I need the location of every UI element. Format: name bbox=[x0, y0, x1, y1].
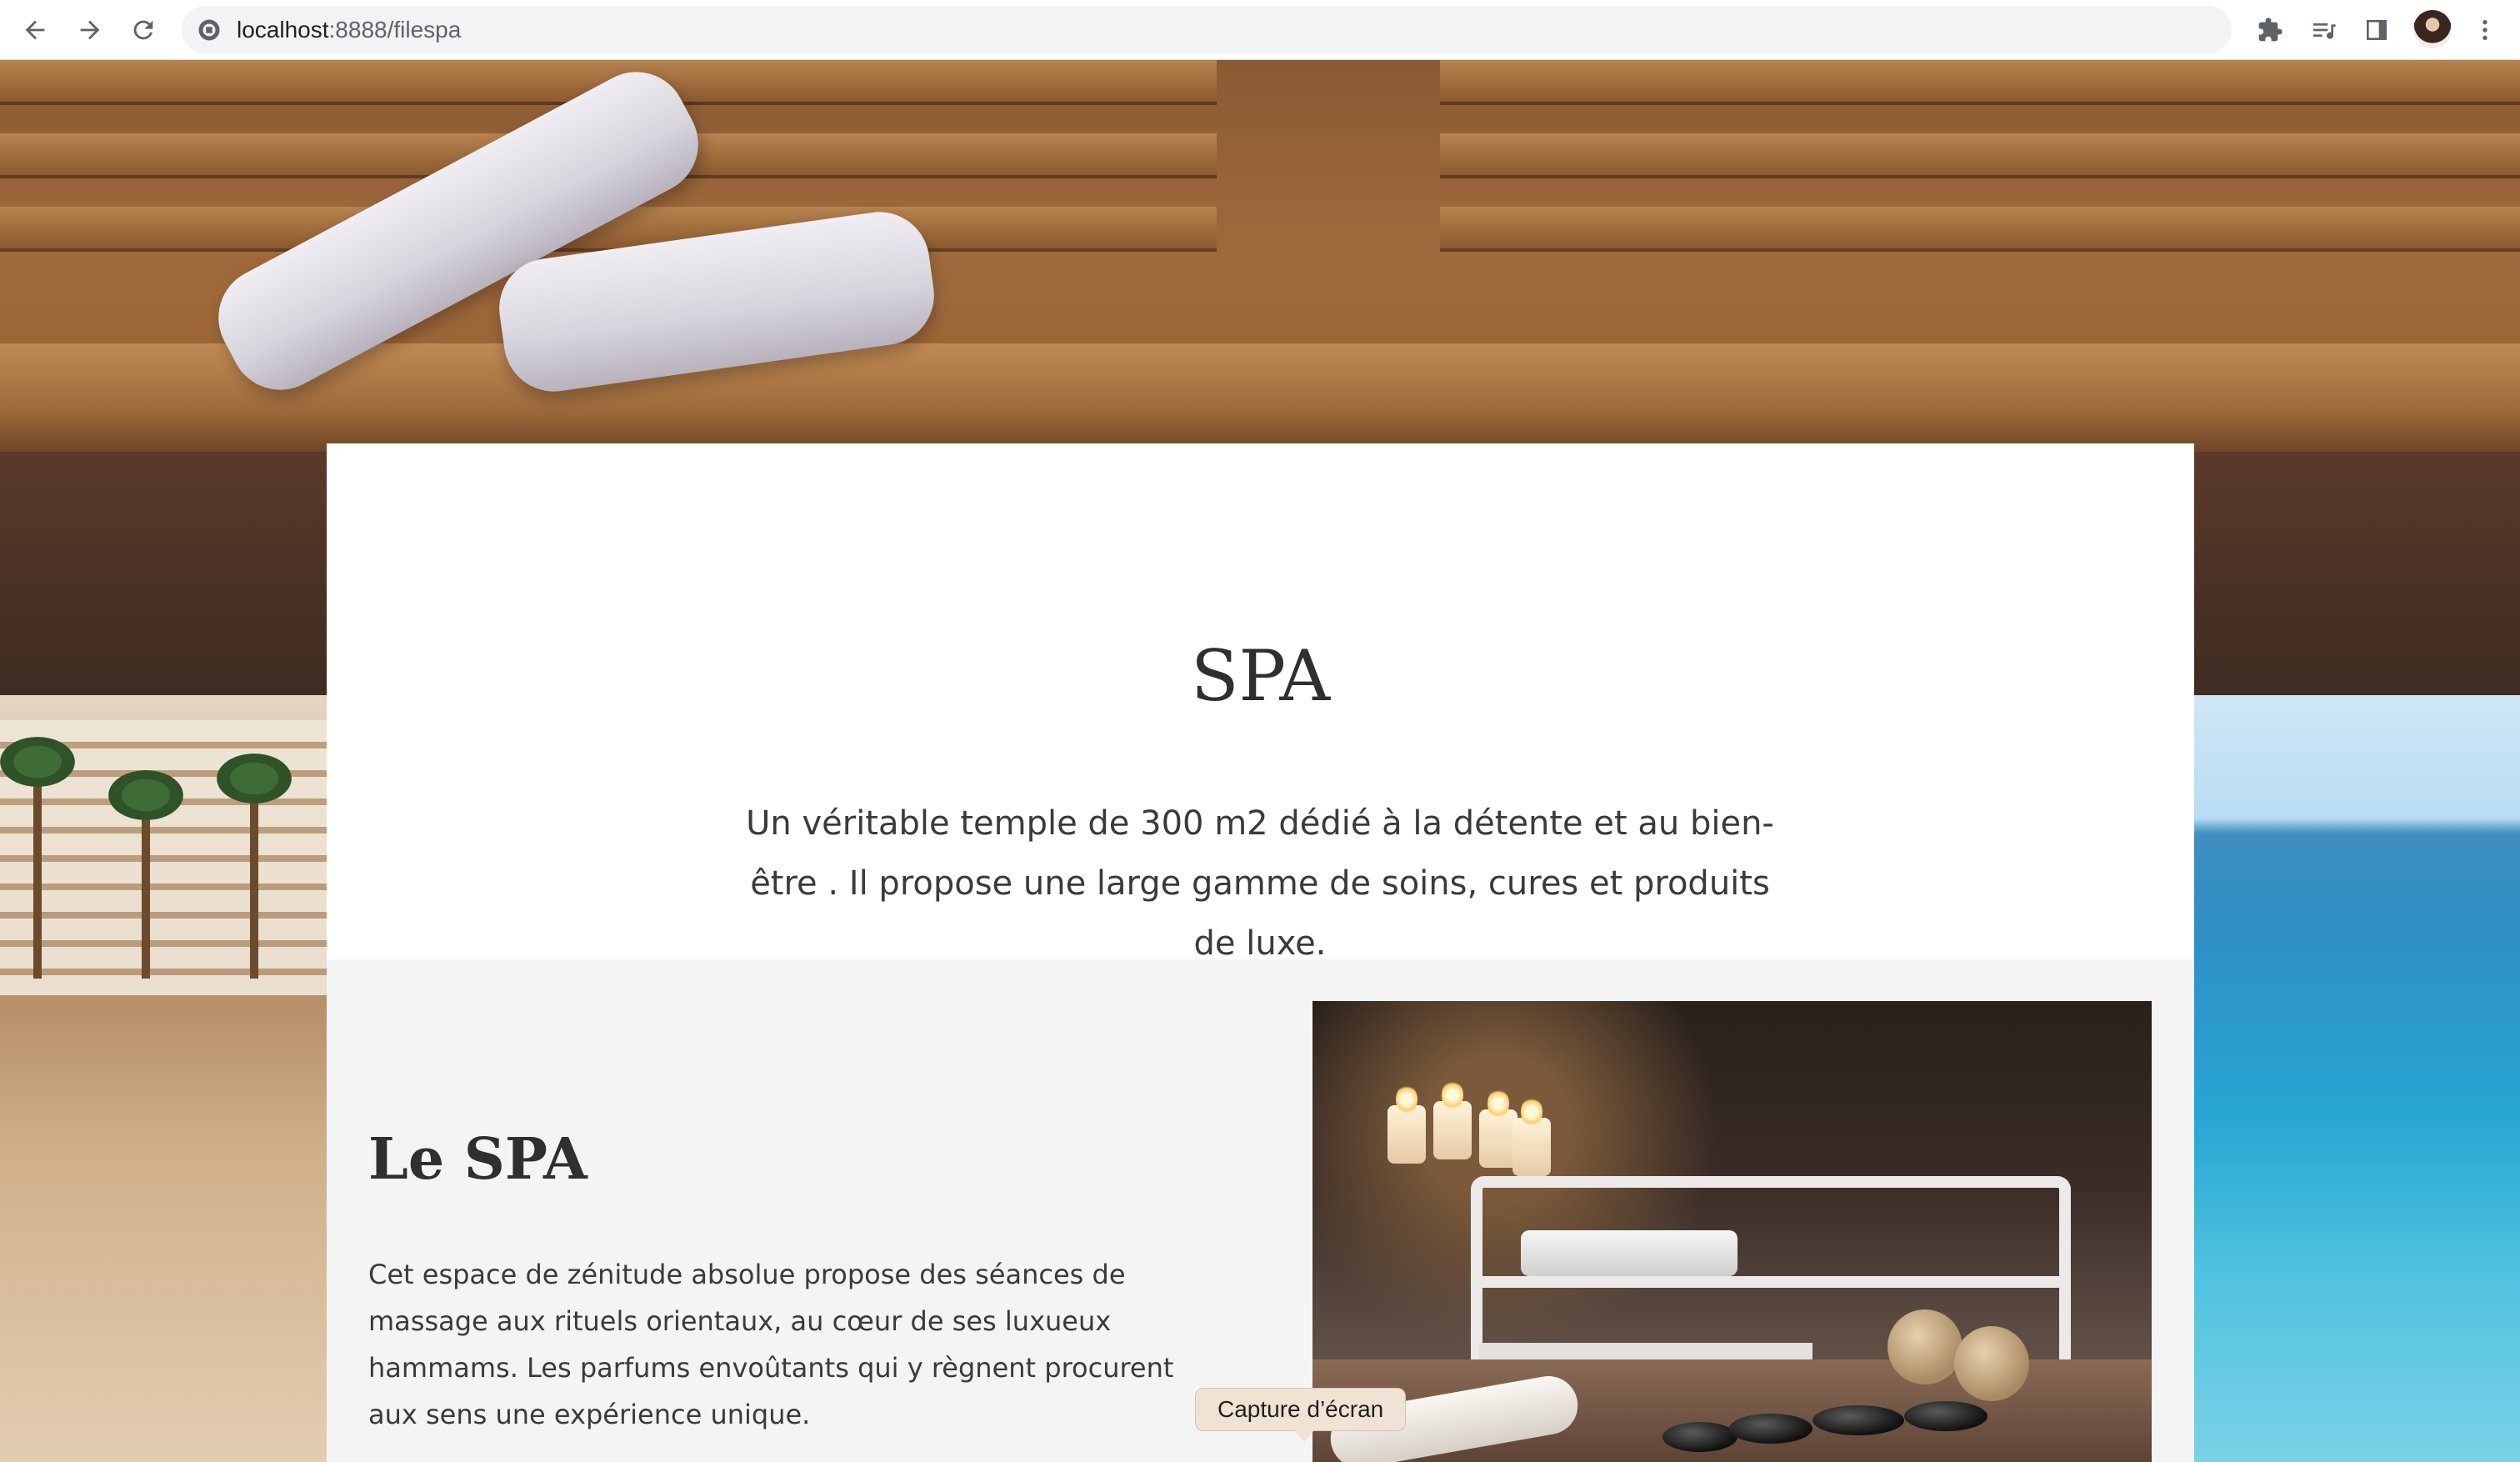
photo-shelf bbox=[1479, 1276, 2062, 1288]
forward-button[interactable] bbox=[70, 10, 110, 50]
photo-flame bbox=[1442, 1080, 1463, 1110]
screenshot-tooltip: Capture d’écran bbox=[1195, 1388, 1407, 1442]
puzzle-icon bbox=[2258, 18, 2282, 42]
extensions-button[interactable] bbox=[2252, 12, 2288, 48]
back-button[interactable] bbox=[15, 10, 55, 50]
palm-trunk bbox=[142, 795, 150, 979]
sauna-bench bbox=[0, 343, 2520, 452]
background-beach-left bbox=[0, 695, 327, 1462]
palm-leaves bbox=[0, 737, 75, 787]
reload-icon bbox=[133, 20, 153, 40]
palm-leaves bbox=[108, 770, 183, 820]
page-title: SPA bbox=[1190, 635, 1330, 717]
palm-trunk bbox=[33, 762, 42, 979]
reading-list-icon bbox=[2313, 23, 2336, 39]
browser-toolbar: localhost:8888/filespa bbox=[0, 0, 2520, 60]
photo-flame bbox=[1521, 1097, 1542, 1127]
photo-stone bbox=[1812, 1405, 1904, 1435]
arrow-right-icon bbox=[80, 20, 100, 40]
side-panel-icon bbox=[2367, 20, 2387, 40]
palm-leaves bbox=[217, 754, 292, 804]
reload-button[interactable] bbox=[123, 10, 163, 50]
profile-avatar[interactable] bbox=[2413, 10, 2452, 48]
spa-section: Le SPA Cet espace de zénitude absolue pr… bbox=[327, 959, 2194, 1462]
photo-herbal-ball bbox=[1888, 1309, 1962, 1384]
sauna-plank bbox=[1440, 133, 2520, 175]
photo-stone bbox=[1729, 1414, 1812, 1444]
photo-flame bbox=[1488, 1089, 1509, 1119]
sauna-plank bbox=[1440, 60, 2520, 102]
kebab-menu-icon bbox=[2482, 20, 2488, 40]
intro-text: Un véritable temple de 300 m2 dédié à la… bbox=[746, 804, 1774, 963]
photo-towel-stack bbox=[1521, 1230, 1738, 1276]
spa-photo bbox=[1312, 1001, 2152, 1462]
page-viewport: SPA Un véritable temple de 300 m2 dédié … bbox=[0, 60, 2520, 1462]
photo-stone bbox=[1904, 1401, 1988, 1431]
url-host: localhost bbox=[237, 17, 329, 43]
section-text: Cet espace de zénitude absolue propose d… bbox=[368, 1259, 1174, 1430]
menu-button[interactable] bbox=[2467, 12, 2503, 48]
reading-list-button[interactable] bbox=[2305, 12, 2342, 48]
sauna-plank bbox=[1440, 207, 2520, 248]
palm-trunk bbox=[250, 779, 258, 979]
photo-flame bbox=[1396, 1084, 1418, 1114]
background-sea-right bbox=[2194, 695, 2520, 1462]
address-bar[interactable]: localhost:8888/filespa bbox=[182, 6, 2232, 53]
photo-herbal-ball bbox=[1954, 1326, 2029, 1401]
site-info-icon[interactable] bbox=[197, 18, 222, 43]
section-title: Le SPA bbox=[368, 1126, 588, 1193]
url-text: localhost:8888/filespa bbox=[237, 6, 461, 53]
content-panel: SPA Un véritable temple de 300 m2 dédié … bbox=[327, 443, 2194, 1462]
photo-stone bbox=[1662, 1422, 1738, 1452]
url-path: :8888/filespa bbox=[328, 17, 462, 43]
side-panel-button[interactable] bbox=[2358, 12, 2395, 48]
arrow-left-icon bbox=[25, 20, 45, 40]
